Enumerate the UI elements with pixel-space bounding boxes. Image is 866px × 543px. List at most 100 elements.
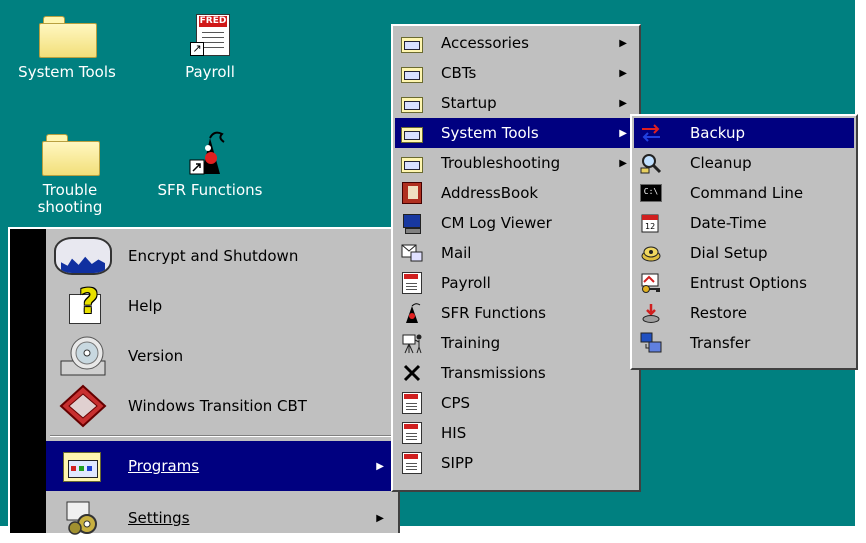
programs-item-troubleshooting[interactable]: Troubleshooting ▶ xyxy=(395,148,637,178)
programs-item-cbts[interactable]: CBTs ▶ xyxy=(395,58,637,88)
menu-item-label: Command Line xyxy=(690,184,804,202)
programs-item-mail[interactable]: Mail xyxy=(395,238,637,268)
menu-item-label: Accessories xyxy=(441,34,529,52)
system-tools-item-cleanup[interactable]: Cleanup xyxy=(634,148,854,178)
menu-item-label: Startup xyxy=(441,94,497,112)
start-item-label: Settings xyxy=(128,509,190,527)
cleanup-icon xyxy=(640,152,662,174)
folder-icon xyxy=(39,16,97,58)
payroll-document-icon: FRED ↗ xyxy=(190,14,230,56)
menu-item-label: Troubleshooting xyxy=(441,154,561,172)
programs-item-accessories[interactable]: Accessories ▶ xyxy=(395,28,637,58)
his-icon xyxy=(401,422,423,444)
menu-item-label: Restore xyxy=(690,304,747,322)
submenu-arrow-icon: ▶ xyxy=(376,512,384,524)
menu-item-label: CM Log Viewer xyxy=(441,214,552,232)
system-tools-item-backup[interactable]: Backup xyxy=(634,118,854,148)
monitor-icon xyxy=(401,212,423,234)
programs-folder-icon xyxy=(54,446,112,486)
sfr-functions-icon xyxy=(401,302,423,324)
desktop-icon-sfr-functions[interactable]: SFR Functions xyxy=(140,128,280,199)
programs-item-addressbook[interactable]: AddressBook xyxy=(395,178,637,208)
desktop-icon-payroll[interactable]: FRED ↗ Payroll xyxy=(160,14,260,81)
system-tools-item-dial-setup[interactable]: Dial Setup xyxy=(634,238,854,268)
program-group-icon xyxy=(401,62,423,84)
programs-item-transmissions[interactable]: Transmissions xyxy=(395,358,637,388)
start-item-label: Version xyxy=(128,347,184,365)
backup-icon xyxy=(640,122,662,144)
entrust-key-icon xyxy=(640,272,662,294)
programs-item-his[interactable]: HIS xyxy=(395,418,637,448)
menu-item-label: Training xyxy=(441,334,501,352)
menu-item-label: Entrust Options xyxy=(690,274,807,292)
start-item-version[interactable]: Version xyxy=(46,331,398,381)
start-item-label: Programs xyxy=(128,457,200,475)
programs-item-cps[interactable]: CPS xyxy=(395,388,637,418)
desktop-icon-system-tools[interactable]: System Tools xyxy=(0,16,134,81)
programs-menu: Accessories ▶ CBTs ▶ Startup ▶ System To… xyxy=(391,24,641,492)
menu-item-label: Backup xyxy=(690,124,745,142)
start-item-programs[interactable]: Programs ▶ xyxy=(46,441,398,491)
menu-item-label: Transfer xyxy=(690,334,751,352)
start-item-help[interactable]: ? Help xyxy=(46,281,398,331)
program-group-icon xyxy=(401,32,423,54)
desktop-icon-label: Trouble shooting xyxy=(37,181,103,216)
cd-drive-icon xyxy=(54,336,112,376)
menu-item-label: Transmissions xyxy=(441,364,546,382)
sfr-functions-icon xyxy=(180,128,240,176)
programs-item-system-tools[interactable]: System Tools ▶ xyxy=(395,118,637,148)
program-group-icon xyxy=(401,122,423,144)
cps-icon xyxy=(401,392,423,414)
folder-icon xyxy=(42,134,100,176)
programs-item-training[interactable]: Training xyxy=(395,328,637,358)
menu-item-label: CBTs xyxy=(441,64,477,82)
menu-item-label: AddressBook xyxy=(441,184,539,202)
menu-item-label: Date-Time xyxy=(690,214,767,232)
sipp-icon xyxy=(401,452,423,474)
desktop-icon-label: Payroll xyxy=(185,63,235,81)
start-item-label: Encrypt and Shutdown xyxy=(128,247,299,265)
menu-item-label: Payroll xyxy=(441,274,491,292)
start-menu-separator xyxy=(50,435,396,437)
desktop-icon-label: System Tools xyxy=(18,63,116,81)
help-icon: ? xyxy=(54,282,112,326)
programs-item-cm-log-viewer[interactable]: CM Log Viewer xyxy=(395,208,637,238)
menu-item-label: Mail xyxy=(441,244,472,262)
settings-icon xyxy=(54,498,112,538)
menu-item-label: SFR Functions xyxy=(441,304,546,322)
command-line-icon: C:\ xyxy=(640,182,662,204)
submenu-arrow-icon: ▶ xyxy=(619,127,627,139)
submenu-arrow-icon: ▶ xyxy=(619,67,627,79)
desktop-icon-troubleshooting[interactable]: Trouble shooting xyxy=(20,134,120,216)
menu-item-label: HIS xyxy=(441,424,467,442)
menu-item-label: Cleanup xyxy=(690,154,752,172)
restore-icon xyxy=(640,302,662,324)
start-item-windows-transition-cbt[interactable]: Windows Transition CBT xyxy=(46,381,398,431)
menu-item-label: Dial Setup xyxy=(690,244,768,262)
submenu-arrow-icon: ▶ xyxy=(619,97,627,109)
system-tools-menu: Backup Cleanup C:\ Command Line 12 Date-… xyxy=(630,114,858,370)
transfer-icon xyxy=(640,332,662,354)
system-tools-item-restore[interactable]: Restore xyxy=(634,298,854,328)
svg-text:12: 12 xyxy=(645,222,655,231)
fred-badge: FRED xyxy=(199,16,227,27)
shutdown-icon xyxy=(54,236,112,276)
system-tools-item-entrust-options[interactable]: Entrust Options xyxy=(634,268,854,298)
payroll-icon xyxy=(401,272,423,294)
submenu-arrow-icon: ▶ xyxy=(619,37,627,49)
programs-item-payroll[interactable]: Payroll xyxy=(395,268,637,298)
start-item-settings[interactable]: Settings ▶ xyxy=(46,493,398,543)
programs-item-sfr-functions[interactable]: SFR Functions xyxy=(395,298,637,328)
programs-item-startup[interactable]: Startup ▶ xyxy=(395,88,637,118)
start-item-label: Help xyxy=(128,297,163,315)
menu-item-label: System Tools xyxy=(441,124,539,142)
system-tools-item-transfer[interactable]: Transfer xyxy=(634,328,854,358)
system-tools-item-command-line[interactable]: C:\ Command Line xyxy=(634,178,854,208)
programs-item-sipp[interactable]: SIPP xyxy=(395,448,637,478)
system-tools-item-date-time[interactable]: 12 Date-Time xyxy=(634,208,854,238)
menu-item-label: CPS xyxy=(441,394,471,412)
start-item-encrypt-and-shutdown[interactable]: Encrypt and Shutdown xyxy=(46,231,398,281)
submenu-arrow-icon: ▶ xyxy=(376,460,384,472)
menu-item-label: SIPP xyxy=(441,454,474,472)
program-group-icon xyxy=(401,92,423,114)
